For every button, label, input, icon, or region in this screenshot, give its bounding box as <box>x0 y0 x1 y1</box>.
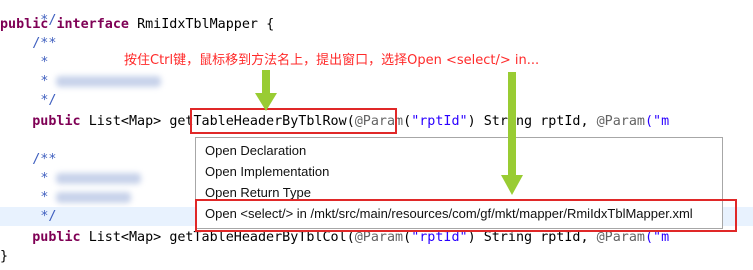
annotation-arrows <box>255 70 523 195</box>
arrow-down-icon <box>255 70 277 111</box>
arrow-down-icon <box>501 72 523 195</box>
